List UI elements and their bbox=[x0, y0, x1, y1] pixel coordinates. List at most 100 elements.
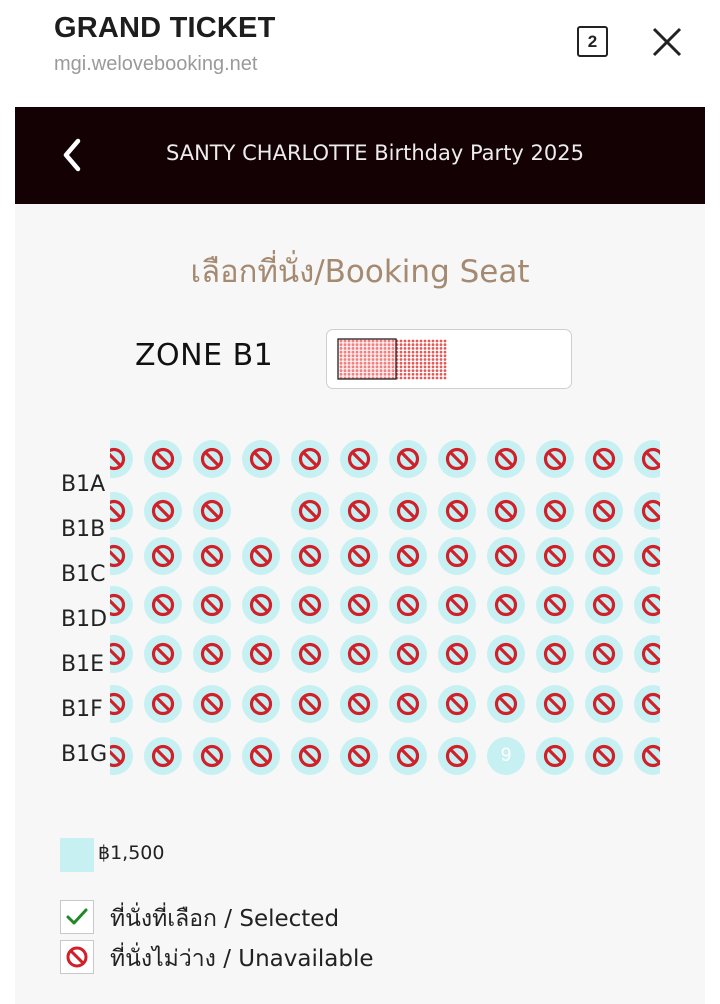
minimap-seat-dot bbox=[419, 365, 423, 369]
seat-unavailable bbox=[110, 635, 133, 673]
seat-unavailable bbox=[438, 537, 476, 575]
close-button[interactable] bbox=[650, 25, 684, 59]
no-entry-icon bbox=[494, 593, 518, 617]
seat-unavailable bbox=[438, 737, 476, 775]
minimap-seat-dot bbox=[443, 354, 447, 358]
minimap-seat-dot bbox=[427, 354, 431, 358]
no-entry-icon bbox=[298, 642, 322, 666]
seat-unavailable bbox=[110, 586, 133, 624]
no-entry-icon bbox=[200, 642, 224, 666]
minimap-seat-dot bbox=[443, 365, 447, 369]
minimap-seat-dot bbox=[427, 350, 431, 354]
minimap-seat-dot bbox=[407, 354, 411, 358]
seat-unavailable bbox=[340, 537, 378, 575]
no-entry-icon bbox=[592, 447, 616, 471]
no-entry-icon bbox=[641, 593, 660, 617]
minimap-seat-dot bbox=[427, 361, 431, 365]
seat-unavailable bbox=[536, 440, 574, 478]
no-entry-icon bbox=[110, 499, 126, 523]
no-entry-icon bbox=[200, 447, 224, 471]
minimap-seat-dot bbox=[419, 350, 423, 354]
event-title: SANTY CHARLOTTE Birthday Party 2025 bbox=[166, 141, 584, 165]
minimap-seat-dot bbox=[443, 376, 447, 380]
seat-unavailable bbox=[291, 492, 329, 530]
no-entry-icon bbox=[347, 744, 371, 768]
seat-unavailable bbox=[634, 685, 660, 723]
seat-unavailable bbox=[340, 586, 378, 624]
no-entry-icon bbox=[445, 447, 469, 471]
no-entry-icon bbox=[151, 544, 175, 568]
legend-unavailable-box bbox=[60, 940, 94, 974]
minimap-seat-dot bbox=[415, 350, 419, 354]
row-label: B1B bbox=[61, 517, 106, 542]
seat-unavailable bbox=[291, 537, 329, 575]
minimap-seat-dot bbox=[439, 376, 443, 380]
seat-available[interactable]: 9 bbox=[487, 737, 525, 775]
minimap-seat-dot bbox=[435, 365, 439, 369]
no-entry-icon bbox=[543, 642, 567, 666]
seat-unavailable bbox=[585, 737, 623, 775]
no-entry-icon bbox=[494, 447, 518, 471]
seat-unavailable bbox=[110, 685, 133, 723]
minimap-seat-dot bbox=[427, 365, 431, 369]
minimap-seat-dot bbox=[399, 376, 403, 380]
minimap-seat-dot bbox=[411, 361, 415, 365]
browser-header: GRAND TICKET mgi.welovebooking.net 2 bbox=[0, 0, 720, 107]
no-entry-icon bbox=[249, 593, 273, 617]
minimap-seat-dot bbox=[399, 354, 403, 358]
seat-unavailable bbox=[438, 586, 476, 624]
seat-unavailable bbox=[340, 685, 378, 723]
minimap-seat-dot bbox=[399, 343, 403, 347]
price-label: ฿1,500 bbox=[98, 842, 165, 864]
minimap-seat-dot bbox=[435, 361, 439, 365]
minimap-seat-dot bbox=[419, 347, 423, 350]
seat-unavailable bbox=[389, 586, 427, 624]
minimap-seat-dot bbox=[439, 343, 443, 347]
no-entry-icon bbox=[641, 544, 660, 568]
minimap-seat-dot bbox=[415, 372, 419, 376]
no-entry-icon bbox=[298, 499, 322, 523]
no-entry-icon bbox=[110, 593, 126, 617]
minimap-seat-dot bbox=[399, 347, 403, 350]
minimap-seat-dot bbox=[431, 376, 435, 380]
minimap-seat-dot bbox=[443, 343, 447, 347]
seat-unavailable bbox=[389, 537, 427, 575]
seat-unavailable bbox=[389, 492, 427, 530]
no-entry-icon bbox=[151, 642, 175, 666]
minimap-seat-dot bbox=[443, 350, 447, 354]
no-entry-icon bbox=[543, 744, 567, 768]
minimap-seat-dot bbox=[431, 361, 435, 365]
seat-unavailable bbox=[340, 440, 378, 478]
minimap-seat-dot bbox=[423, 365, 427, 369]
seat-unavailable bbox=[144, 440, 182, 478]
minimap-seat-dot bbox=[443, 339, 447, 343]
no-entry-icon bbox=[110, 544, 126, 568]
tab-count-button[interactable]: 2 bbox=[577, 26, 608, 57]
seat-unavailable bbox=[487, 492, 525, 530]
zone-minimap[interactable] bbox=[326, 329, 572, 389]
minimap-seat-dot bbox=[403, 376, 407, 380]
minimap-seat-dot bbox=[407, 376, 411, 380]
minimap-seat-dot bbox=[423, 354, 427, 358]
minimap-seat-dot bbox=[431, 354, 435, 358]
no-entry-icon bbox=[298, 593, 322, 617]
no-entry-icon bbox=[110, 447, 126, 471]
no-entry-icon bbox=[110, 744, 126, 768]
minimap-seat-dot bbox=[415, 376, 419, 380]
no-entry-icon bbox=[641, 447, 660, 471]
minimap-seat-dot bbox=[411, 372, 415, 376]
minimap-seat-dot bbox=[419, 358, 423, 361]
no-entry-icon bbox=[445, 642, 469, 666]
no-entry-icon bbox=[298, 744, 322, 768]
seat-unavailable bbox=[585, 635, 623, 673]
seat-unavailable bbox=[242, 685, 280, 723]
minimap-seat-dot bbox=[407, 343, 411, 347]
minimap-seat-dot bbox=[423, 347, 427, 350]
no-entry-icon bbox=[543, 593, 567, 617]
no-entry-icon bbox=[200, 499, 224, 523]
minimap-seat-dot bbox=[427, 372, 431, 376]
minimap-seat-dot bbox=[415, 347, 419, 350]
minimap-seat-dot bbox=[423, 343, 427, 347]
no-entry-icon bbox=[641, 499, 660, 523]
minimap-seat-dot bbox=[427, 358, 431, 361]
